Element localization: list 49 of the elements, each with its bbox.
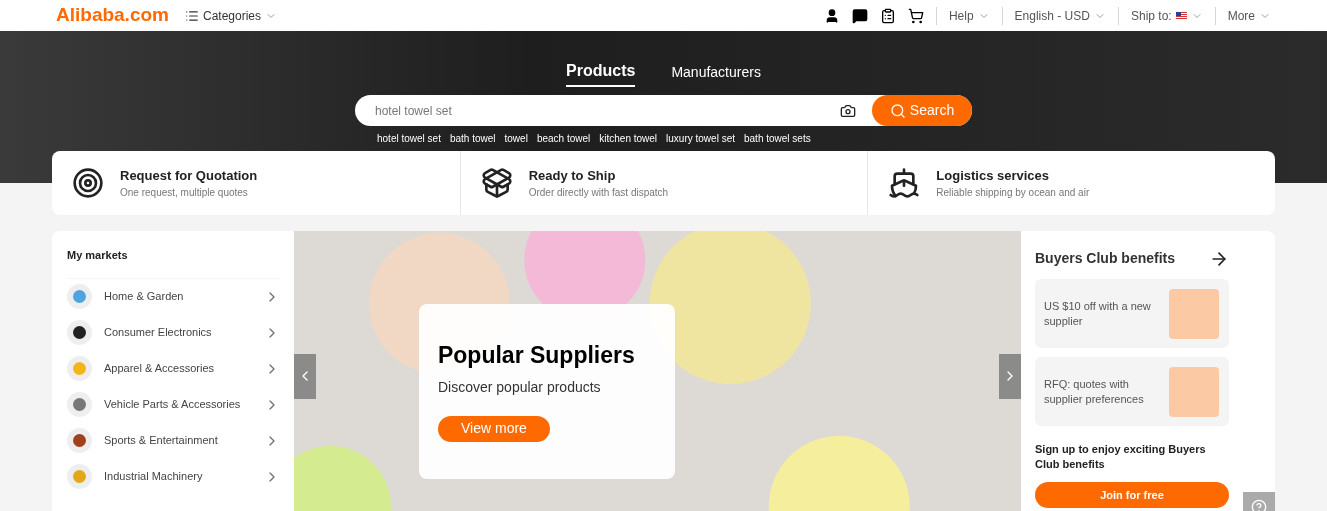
signup-text: Sign up to enjoy exciting Buyers Club benefits [1035, 442, 1207, 472]
benefit-card[interactable]: RFQ: quotes with supplier preferences [1035, 357, 1229, 426]
promo-subtitle: Discover popular products [437, 377, 602, 397]
buyers-club-title: Buyers Club benefits [1035, 249, 1176, 268]
benefit-illustration [1169, 288, 1219, 339]
suggestion-link[interactable]: luxury towel set [666, 131, 735, 146]
message-icon[interactable] [851, 7, 868, 24]
suggestion-link[interactable]: kitchen towel [599, 131, 658, 146]
markets-title: My markets [67, 231, 280, 279]
header-link[interactable]: Help [935, 6, 990, 25]
carousel-prev-button[interactable] [293, 353, 316, 399]
search-icon [889, 102, 906, 119]
ship-icon [888, 167, 921, 199]
promo-title: Popular Suppliers [437, 341, 636, 370]
benefit-illustration [1169, 366, 1219, 417]
service-title: Request for Quotation [120, 166, 258, 185]
market-item[interactable]: Apparel & Accessories [67, 350, 280, 387]
market-item[interactable]: Home & Garden [67, 278, 280, 315]
suggestion-link[interactable]: hotel towel set [377, 131, 441, 146]
service-subtitle: Reliable shipping by ocean and air [936, 186, 1090, 201]
service-subtitle: One request, multiple quotes [120, 186, 249, 201]
search-tab[interactable]: Products [566, 59, 636, 87]
list-icon [185, 8, 199, 23]
service-subtitle: Order directly with fast dispatch [528, 186, 669, 201]
header-link[interactable]: Ship to: [1117, 6, 1203, 25]
help-icon [1251, 498, 1267, 511]
cart-icon[interactable] [907, 7, 924, 24]
categories-menu[interactable]: Categories [185, 6, 277, 25]
suggestion-link[interactable]: towel [504, 131, 528, 146]
suggestion-link[interactable]: beach towel [536, 131, 591, 146]
target-icon [72, 167, 104, 199]
camera-icon[interactable] [840, 102, 856, 119]
header-link[interactable]: English - USD [1001, 6, 1106, 25]
service-item[interactable]: Request for Quotation One request, multiple quotes [52, 151, 460, 215]
box-icon [480, 167, 513, 199]
benefit-card[interactable]: US $10 off with a new supplier [1035, 279, 1229, 348]
market-item[interactable]: Sports & Entertainment [67, 422, 280, 459]
service-item[interactable]: Ready to Ship Order directly with fast dispatch [459, 151, 868, 215]
suggestion-link[interactable]: bath towel [449, 131, 496, 146]
market-item[interactable]: Industrial Machinery [67, 458, 280, 495]
search-tab[interactable]: Manufacturers [671, 59, 761, 87]
market-item[interactable]: Vehicle Parts & Accessories [67, 386, 280, 423]
service-item[interactable]: Logistics services Reliable shipping by ocean and air [867, 151, 1275, 215]
service-title: Logistics services [936, 166, 1051, 185]
market-item[interactable]: Consumer Electronics [67, 314, 280, 351]
header-link[interactable]: More [1214, 6, 1271, 25]
suggestion-link[interactable]: bath towel sets [744, 131, 811, 146]
orders-icon[interactable] [879, 7, 896, 24]
service-title: Ready to Ship [528, 166, 617, 185]
